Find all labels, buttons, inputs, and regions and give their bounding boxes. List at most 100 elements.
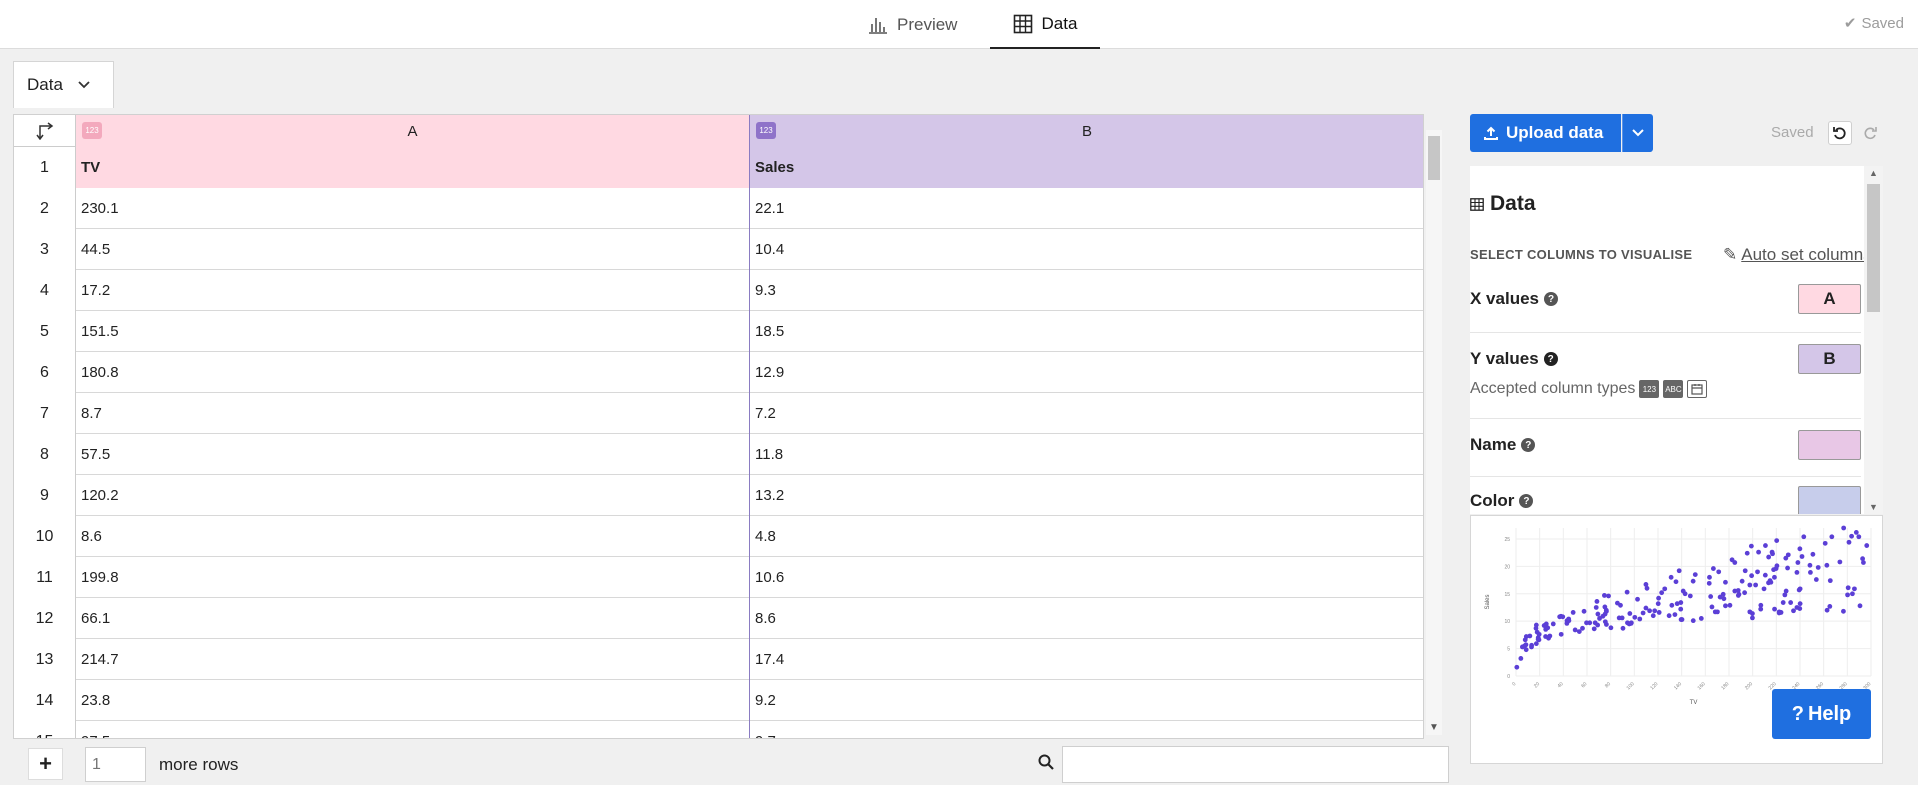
color-select[interactable] (1798, 486, 1861, 514)
cell-a[interactable]: 44.5 (76, 229, 750, 270)
data-point (1841, 525, 1847, 531)
auto-set-columns-link[interactable]: ✎ Auto set columns (1723, 245, 1872, 265)
help-icon[interactable]: ? (1521, 438, 1536, 452)
row-number[interactable]: 14 (14, 680, 76, 721)
scrollbar-thumb[interactable] (1428, 136, 1440, 180)
grid-scrollbar[interactable]: ▼ (1426, 130, 1442, 735)
data-point (1635, 596, 1640, 602)
search-input[interactable] (1062, 746, 1449, 783)
data-point (1763, 543, 1768, 548)
row-number[interactable]: 4 (14, 270, 76, 311)
row-number[interactable]: 11 (14, 557, 76, 598)
cell-b[interactable]: 9.7 (750, 721, 1423, 738)
cell-a[interactable]: 230.1 (76, 188, 750, 229)
redo-button[interactable] (1858, 121, 1882, 145)
cell-b[interactable]: 10.6 (750, 557, 1423, 598)
cell-a[interactable]: 57.5 (76, 434, 750, 475)
row-number[interactable]: 12 (14, 598, 76, 639)
transpose-icon[interactable] (14, 115, 76, 147)
cell-a[interactable]: 23.8 (76, 680, 750, 721)
row-number[interactable]: 9 (14, 475, 76, 516)
cell-b[interactable]: 10.4 (750, 229, 1423, 270)
scroll-up-icon[interactable]: ▲ (1869, 168, 1878, 178)
row-number[interactable]: 2 (14, 188, 76, 229)
number-type-badge[interactable]: 123 (756, 122, 776, 139)
data-point (1766, 554, 1772, 560)
cell-b[interactable]: 12.9 (750, 352, 1423, 393)
scroll-down-icon[interactable]: ▼ (1429, 722, 1439, 733)
cell-a[interactable]: 151.5 (76, 311, 750, 352)
cell-a[interactable]: 214.7 (76, 639, 750, 680)
data-point (1690, 578, 1696, 584)
cell-a[interactable]: 8.6 (76, 516, 750, 557)
help-icon[interactable]: ? (1519, 494, 1534, 508)
cell-b[interactable]: 18.5 (750, 311, 1423, 352)
tab-preview[interactable]: Preview (846, 0, 979, 49)
column-header-a[interactable]: 123 A (76, 115, 750, 147)
help-icon[interactable]: ? (1543, 352, 1558, 366)
table-row: 11 199.8 10.6 (14, 557, 1423, 598)
data-point (1853, 529, 1859, 535)
data-point (1570, 610, 1576, 615)
row-number[interactable]: 5 (14, 311, 76, 352)
cell-b[interactable]: Sales (750, 147, 1423, 188)
y-values-select[interactable]: B (1798, 344, 1861, 374)
panel-subtitle-label: SELECT COLUMNS TO VISUALISE (1470, 247, 1693, 262)
cell-b[interactable]: 9.3 (750, 270, 1423, 311)
cell-b[interactable]: 8.6 (750, 598, 1423, 639)
y-values-label-wrap: Y values ? (1470, 349, 1558, 369)
cell-a[interactable]: 8.7 (76, 393, 750, 434)
cell-a[interactable]: 97.5 (76, 721, 750, 738)
data-point (1762, 572, 1768, 578)
data-point (1680, 588, 1686, 594)
row-number[interactable]: 10 (14, 516, 76, 557)
row-number[interactable]: 13 (14, 639, 76, 680)
upload-data-button[interactable]: Upload data (1470, 114, 1621, 152)
row-number[interactable]: 7 (14, 393, 76, 434)
rows-count-input[interactable] (85, 747, 146, 782)
cell-b[interactable]: 4.8 (750, 516, 1423, 557)
cell-b[interactable]: 9.2 (750, 680, 1423, 721)
tab-data[interactable]: Data (990, 0, 1100, 49)
data-point (1815, 565, 1821, 570)
cell-b[interactable]: 22.1 (750, 188, 1423, 229)
scrollbar-thumb[interactable] (1867, 184, 1880, 312)
cell-a[interactable]: 180.8 (76, 352, 750, 393)
cell-b[interactable]: 7.2 (750, 393, 1423, 434)
cell-a[interactable]: 120.2 (76, 475, 750, 516)
row-number[interactable]: 8 (14, 434, 76, 475)
cell-b[interactable]: 13.2 (750, 475, 1423, 516)
upload-options-button[interactable] (1622, 114, 1653, 152)
data-point (1845, 585, 1851, 591)
number-type-badge[interactable]: 123 (82, 122, 102, 139)
help-button-label: Help (1807, 702, 1852, 725)
cell-a[interactable]: 17.2 (76, 270, 750, 311)
cell-a[interactable]: 66.1 (76, 598, 750, 639)
name-select[interactable] (1798, 430, 1861, 460)
cell-a[interactable]: TV (76, 147, 750, 188)
cell-b[interactable]: 17.4 (750, 639, 1423, 680)
data-point (1774, 563, 1780, 569)
scroll-down-icon[interactable]: ▼ (1869, 502, 1878, 512)
row-number[interactable]: 15 (14, 721, 76, 738)
column-header-b[interactable]: 123 B (750, 115, 1423, 147)
panel-scrollbar[interactable]: ▲ ▼ (1864, 166, 1883, 514)
data-point (1845, 592, 1850, 598)
data-point (1723, 579, 1728, 585)
data-point (1709, 604, 1715, 610)
y-tick-label: 5 (1507, 647, 1510, 653)
data-point (1770, 551, 1775, 557)
row-number[interactable]: 1 (14, 147, 76, 188)
x-values-select[interactable]: A (1798, 284, 1861, 314)
cell-b[interactable]: 11.8 (750, 434, 1423, 475)
cell-a[interactable]: 199.8 (76, 557, 750, 598)
undo-button[interactable] (1828, 121, 1852, 145)
add-rows-button[interactable]: + (28, 748, 63, 780)
row-number[interactable]: 3 (14, 229, 76, 270)
row-number[interactable]: 6 (14, 352, 76, 393)
help-button[interactable]: ? Help (1772, 689, 1871, 739)
help-icon[interactable]: ? (1544, 292, 1558, 306)
data-point (1761, 586, 1767, 592)
panel-subtitle: SELECT COLUMNS TO VISUALISE (1470, 247, 1692, 262)
sheet-tab[interactable]: Data (13, 61, 114, 108)
